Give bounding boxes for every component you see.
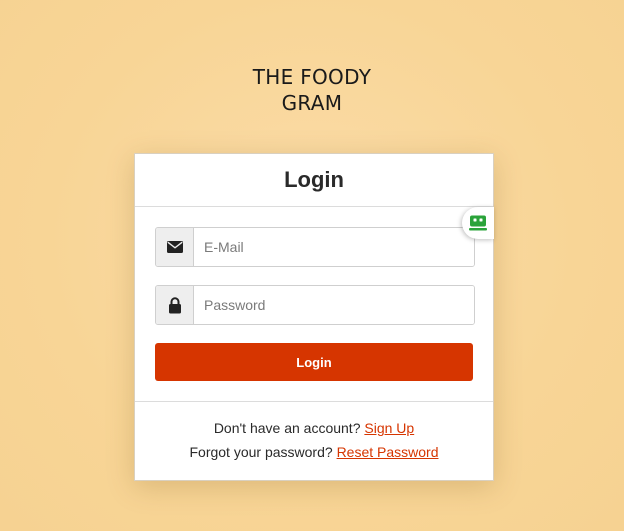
login-button[interactable]: Login [155, 343, 473, 381]
signup-prompt: Don't have an account? [213, 420, 361, 436]
signup-line: Don't have an account? Sign Up [135, 420, 493, 436]
brand-title-line1: THE FOODY [252, 65, 372, 89]
email-input-group [155, 227, 475, 267]
lock-icon [156, 286, 194, 324]
card-divider [135, 401, 493, 402]
brand-title-line2: GRAM [281, 91, 343, 115]
lock-icon-svg [168, 296, 181, 313]
envelope-icon [156, 228, 194, 266]
password-field[interactable] [194, 286, 474, 324]
password-input-group [155, 285, 475, 325]
login-card: Login Login Don't have an account? Sign … [134, 153, 494, 481]
brand-title: THE FOODY GRAM [0, 64, 624, 116]
reset-line: Forgot your password? Reset Password [135, 444, 493, 460]
robot-face-icon [469, 215, 487, 231]
login-card-title: Login [135, 154, 493, 207]
reset-prompt: Forgot your password? [189, 444, 333, 460]
extension-badge[interactable] [462, 207, 494, 239]
email-field[interactable] [194, 228, 474, 266]
envelope-icon-svg [166, 241, 183, 253]
signup-link[interactable]: Sign Up [364, 420, 414, 436]
reset-password-link[interactable]: Reset Password [337, 444, 439, 460]
